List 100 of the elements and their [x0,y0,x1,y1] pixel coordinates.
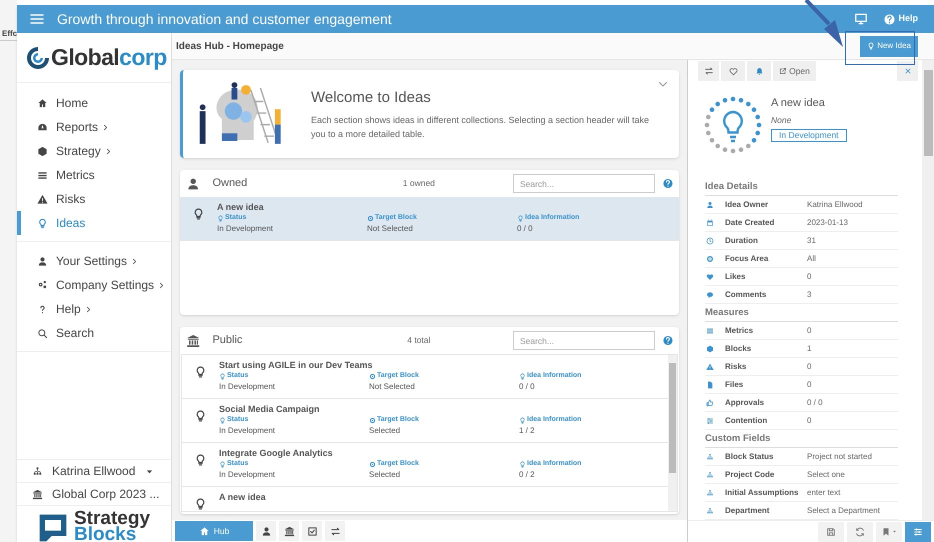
hub-tab[interactable] [325,521,345,541]
search-field[interactable]: Search... [512,331,656,350]
scrollbar[interactable] [922,60,934,520]
status-badge: In Development [771,129,847,142]
close-button[interactable] [897,61,918,81]
arrow-annotation [804,0,843,47]
nav-item[interactable]: Metrics [17,163,171,187]
section-title[interactable]: Public [212,332,321,349]
lightbulb-icon [519,460,526,468]
nav-item[interactable]: Reports [17,115,171,139]
open-button[interactable]: Open [773,61,816,81]
detail-label: Contention [725,414,768,426]
toolbar-button[interactable] [818,522,844,542]
lightbulb-icon [519,372,526,380]
notify-button[interactable] [747,61,771,81]
bank-icon [284,526,294,536]
lightbulb-icon [519,416,526,424]
detail-label: Approvals [725,396,766,408]
caret-down-icon [892,529,897,534]
calendar-icon [706,218,714,226]
nav-item[interactable]: Your Settings [17,249,171,273]
sliders-icon [706,416,714,424]
highlight-box [845,31,915,65]
home-icon [198,526,210,536]
detail-label: Initial Assumptions [725,486,800,498]
lightbulb-icon [219,372,226,380]
section-title[interactable]: Owned [212,175,321,192]
swap-icon [330,526,340,536]
nav-item[interactable]: Home [17,91,171,115]
target-icon [369,460,376,468]
idea-title: A new idea [217,201,265,213]
nav-item[interactable]: Search [17,321,171,345]
detail-value: 0 [807,324,812,336]
user-icon [37,256,48,266]
search-field[interactable]: Search... [512,174,656,193]
lightbulb-icon [194,365,207,379]
toolbar-button[interactable] [876,522,902,542]
target-icon [706,254,714,262]
user-icon [260,526,272,536]
detail-value: Select a Department [807,504,880,516]
lightbulb-icon [867,42,876,50]
detail-label: Risks [725,360,748,372]
display-button[interactable] [854,12,868,26]
swap-button[interactable] [698,61,719,81]
user-icon [186,176,200,192]
cube-icon [706,344,714,352]
detail-value: 0 [807,360,812,372]
heart-icon [728,66,738,76]
idea-title: Social Media Campaign [219,403,321,415]
nav-item[interactable]: Help [17,297,171,321]
lightbulb-icon [517,214,524,222]
detail-label: Likes [725,270,746,282]
list-icon [706,326,714,334]
like-button[interactable] [721,61,745,81]
gauge-icon [37,122,48,132]
external-link-icon [779,67,788,75]
lightbulb-icon [217,214,224,222]
detail-label: Department [725,504,770,516]
hub-tab[interactable] [256,521,276,541]
swap-icon [704,66,714,76]
target-icon [367,214,374,222]
field-value: In Development [219,469,276,480]
detail-label: Date Created [725,216,776,228]
field-value: 1 / 2 [519,425,536,436]
scrollbar[interactable] [668,355,677,511]
detail-label: Focus Area [725,252,770,264]
organisation-menu[interactable]: Global Corp 2023 ... [17,482,171,505]
field-value: Selected [369,425,402,436]
search-icon [37,328,48,338]
nav-item[interactable]: Strategy [17,139,171,163]
hub-tab[interactable] [279,521,299,541]
nav-item[interactable]: Risks [17,187,171,211]
user-menu[interactable]: Katrina Ellwood [17,459,171,482]
user-icon [706,200,714,208]
detail-value: 3 [807,288,812,300]
toolbar-button[interactable] [905,522,931,542]
app-title: Growth through innovation and customer engagement [57,10,392,29]
group-heading: Idea Details [705,178,898,196]
hub-tab[interactable] [302,521,322,541]
list-icon [37,170,48,180]
file-icon [706,380,714,388]
cube-icon [37,146,48,156]
detail-value: 0 [807,270,812,282]
company-logo-text: Globalcorp [51,46,167,69]
target-icon [369,416,376,424]
group-heading: Measures [705,304,898,322]
hierarchy-icon [706,470,714,478]
target-icon [369,372,376,380]
detail-label: Block Status [725,450,774,462]
help-icon [884,14,896,24]
field-value: Not Selected [369,381,416,392]
toolbar-button[interactable] [847,522,873,542]
lightbulb-icon [194,497,207,511]
detail-value: 31 [807,234,816,246]
sliders-icon [913,526,923,536]
clock-icon [706,236,714,244]
detail-label: Duration [725,234,759,246]
detail-value: 0 [807,378,812,390]
idea-title: A new idea [771,96,825,111]
nav-item[interactable]: Company Settings [17,273,171,297]
